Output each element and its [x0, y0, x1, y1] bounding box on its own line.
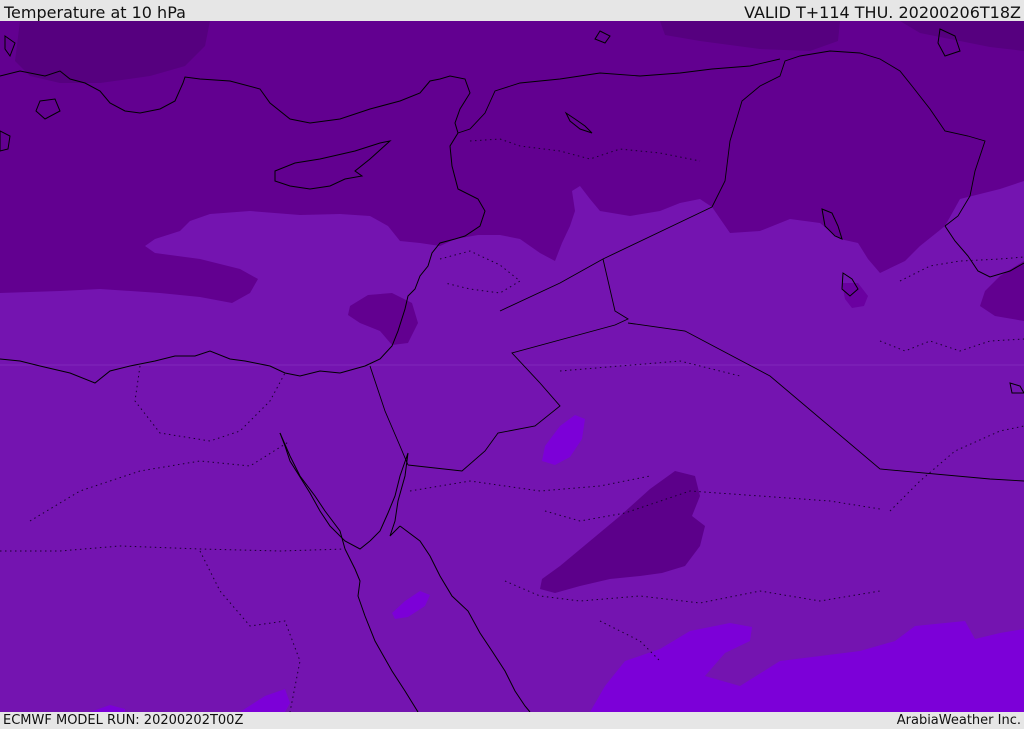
footer-bar: ECMWF MODEL RUN: 20200202T00Z ArabiaWeat… — [0, 712, 1024, 729]
map-title: Temperature at 10 hPa — [4, 3, 186, 22]
valid-time-label: VALID T+114 THU. 20200206T18Z — [744, 3, 1021, 22]
credit-label: ArabiaWeather Inc. — [896, 713, 1021, 728]
weather-map[interactable] — [0, 21, 1024, 712]
header-bar: Temperature at 10 hPa VALID T+114 THU. 2… — [0, 0, 1024, 22]
map-canvas — [0, 21, 1024, 712]
model-run-label: ECMWF MODEL RUN: 20200202T00Z — [3, 713, 244, 728]
